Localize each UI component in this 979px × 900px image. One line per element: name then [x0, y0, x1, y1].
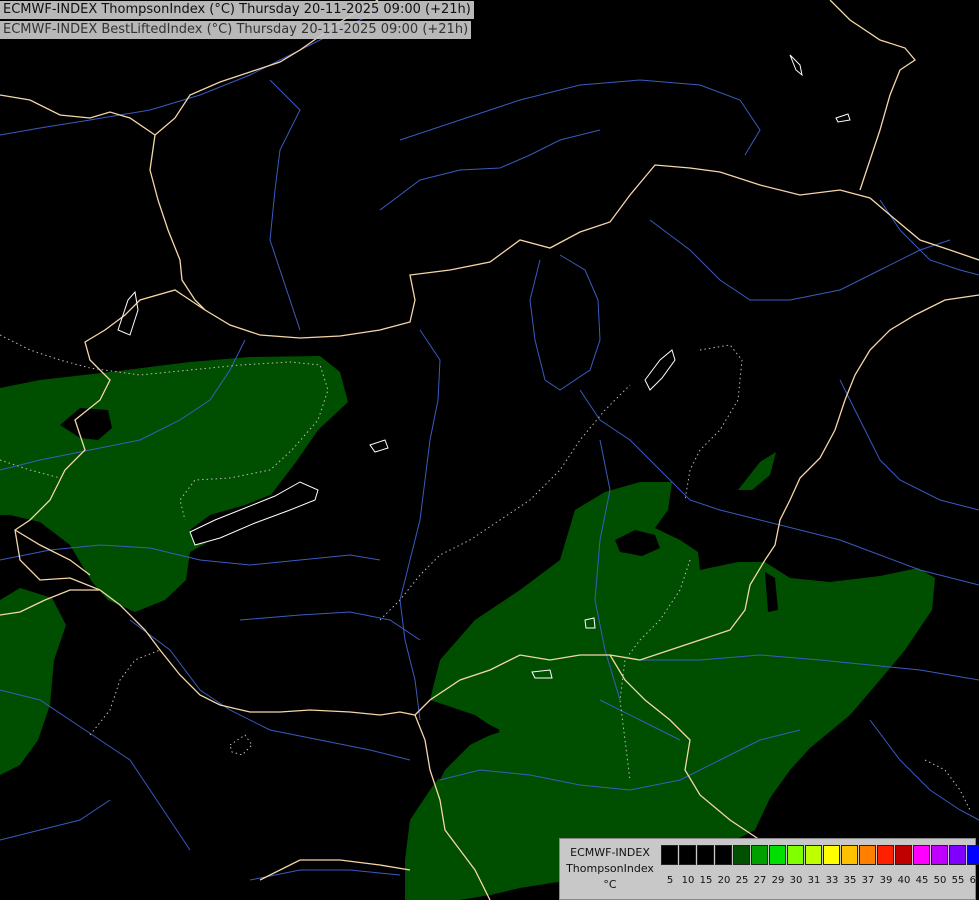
legend-label: 39	[879, 875, 893, 886]
legend-swatch	[751, 845, 768, 865]
legend-label: 55	[951, 875, 965, 886]
legend-parameter: ThompsonIndex	[566, 862, 654, 875]
legend-label: 15	[699, 875, 713, 886]
legend-label: 60	[969, 875, 979, 886]
map-title-lifted-index: ECMWF-INDEX BestLiftedIndex (°C) Thursda…	[0, 21, 472, 39]
legend-swatch	[715, 845, 732, 865]
color-legend: ECMWF-INDEX ThompsonIndex °C 5 10 15 20 25 27…	[559, 838, 979, 900]
legend-label: 30	[789, 875, 803, 886]
legend-caption: ECMWF-INDEX ThompsonIndex °C	[562, 845, 658, 893]
legend-swatch	[697, 845, 714, 865]
legend-label: 20	[717, 875, 731, 886]
legend-swatch	[877, 845, 894, 865]
legend-swatch	[931, 845, 948, 865]
legend-label: 37	[861, 875, 875, 886]
legend-swatch	[661, 845, 678, 865]
legend-swatch	[841, 845, 858, 865]
map-title-thompson: ECMWF-INDEX ThompsonIndex (°C) Thursday …	[0, 1, 474, 19]
legend-swatch	[769, 845, 786, 865]
legend-swatch	[679, 845, 696, 865]
legend-swatch	[895, 845, 912, 865]
legend-unit: °C	[603, 878, 617, 891]
legend-label: 29	[771, 875, 785, 886]
legend-label: 27	[753, 875, 767, 886]
legend-label: 31	[807, 875, 821, 886]
legend-label: 35	[843, 875, 857, 886]
legend-label: 45	[915, 875, 929, 886]
legend-swatch	[949, 845, 966, 865]
legend-labels: 5 10 15 20 25 27 29 30 31 33 35 37 39 40 45 50 55 60	[661, 875, 979, 886]
legend-label: 40	[897, 875, 911, 886]
legend-swatch	[913, 845, 930, 865]
legend-swatch	[823, 845, 840, 865]
legend-swatch	[805, 845, 822, 865]
legend-swatch	[859, 845, 876, 865]
legend-swatches	[661, 845, 979, 865]
legend-label: 33	[825, 875, 839, 886]
legend-label: 50	[933, 875, 947, 886]
legend-label: 10	[681, 875, 695, 886]
legend-model: ECMWF-INDEX	[570, 846, 650, 859]
legend-swatch	[787, 845, 804, 865]
legend-swatch	[967, 845, 979, 865]
legend-swatch	[733, 845, 750, 865]
weather-map	[0, 0, 979, 900]
legend-label: 5	[666, 875, 674, 886]
legend-label: 25	[735, 875, 749, 886]
